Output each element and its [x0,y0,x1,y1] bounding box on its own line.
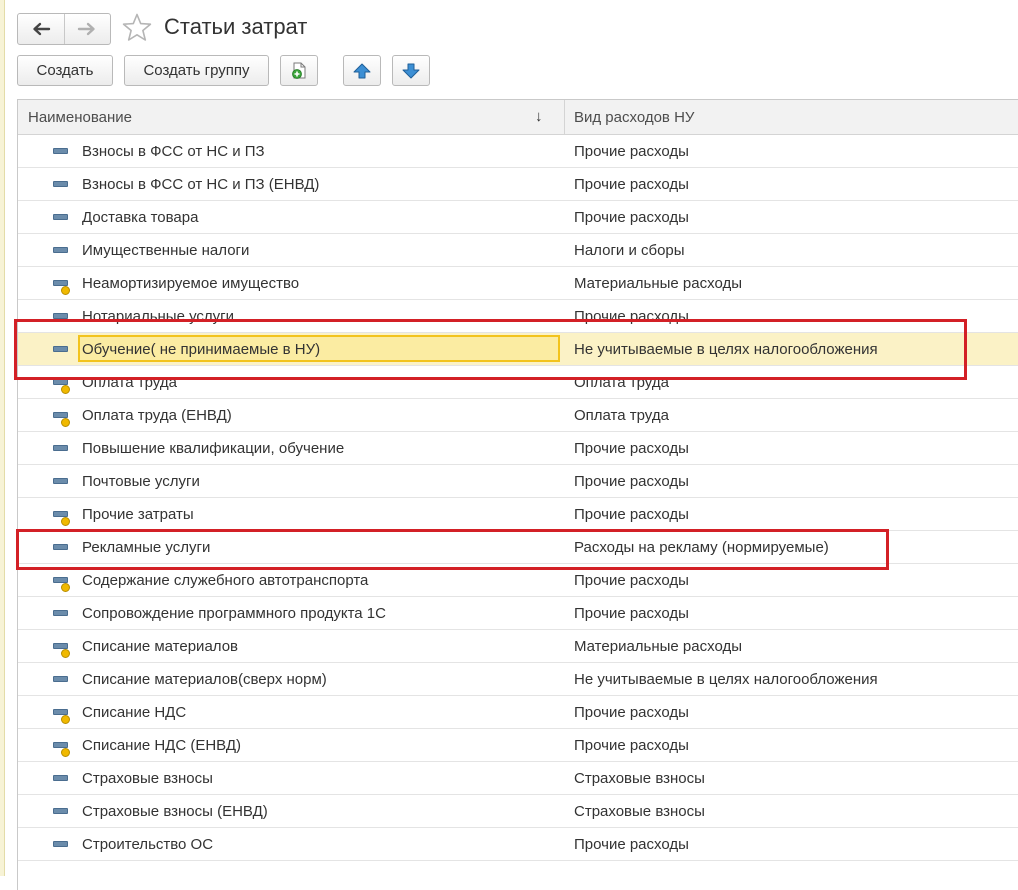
cell-expense-type: Материальные расходы [574,275,742,292]
table-row[interactable]: Списание материалов(сверх норм) Не учитыв… [18,663,1018,696]
table-row[interactable]: Строительство ОС Прочие расходы [18,828,1018,861]
annotation-highlight-box [16,529,889,570]
cell-name: Имущественные налоги [82,242,250,259]
cell-expense-type: Прочие расходы [574,506,689,523]
arrow-left-icon [33,22,50,36]
item-icon [52,443,70,459]
cell-name: Содержание служебного автотранспорта [82,572,369,589]
item-marked-icon [52,740,70,757]
cell-expense-type: Прочие расходы [574,572,689,589]
cell-name: Списание материалов [82,638,239,655]
table-row[interactable]: Списание материалов Материальные расходы [18,630,1018,663]
cell-name: Почтовые услуги [82,473,200,490]
arrow-right-icon [78,22,95,36]
cell-name: Списание НДС (ЕНВД) [82,737,242,754]
cell-name: Страховые взносы (ЕНВД) [82,803,268,820]
cell-name: Сопровождение программного продукта 1С [82,605,386,622]
table-row[interactable]: Сопровождение программного продукта 1С Пр… [18,597,1018,630]
item-marked-icon [52,641,70,658]
column-header-expense-type[interactable]: Вид расходов НУ [574,109,694,126]
cell-expense-type: Прочие расходы [574,143,689,160]
table-row[interactable]: Оплата труда (ЕНВД) Оплата труда [18,399,1018,432]
item-icon [52,245,70,261]
cell-name: Обучение( не принимаемые в НУ) [82,341,321,358]
copy-icon [292,62,306,79]
cell-name: Страховые взносы [82,770,213,787]
cell-expense-type: Прочие расходы [574,704,689,721]
cell-expense-type: Налоги и сборы [574,242,685,259]
cell-expense-type: Прочие расходы [574,440,689,457]
cell-expense-type: Прочие расходы [574,605,689,622]
cell-name: Доставка товара [82,209,199,226]
item-icon [52,146,70,162]
cell-expense-type: Прочие расходы [574,473,689,490]
expense-items-table[interactable]: Наименование ↓ Вид расходов НУ Взносы в … [17,99,1018,890]
cell-expense-type: Материальные расходы [574,638,742,655]
table-row[interactable]: Прочие затраты Прочие расходы [18,498,1018,531]
table-row[interactable]: Списание НДС (ЕНВД) Прочие расходы [18,729,1018,762]
cell-expense-type: Оплата труда [574,407,669,424]
table-header: Наименование ↓ Вид расходов НУ [18,100,1018,135]
item-marked-icon [52,509,70,526]
sort-descending-icon[interactable]: ↓ [535,108,543,125]
item-icon [52,839,70,855]
table-row[interactable]: Доставка товара Прочие расходы [18,201,1018,234]
cell-name: Неамортизируемое имущество [82,275,300,292]
create-group-button[interactable]: Создать группу [124,55,269,86]
cell-name: Взносы в ФСС от НС и ПЗ [82,143,265,160]
table-row[interactable]: Повышение квалификации, обучение Прочие р… [18,432,1018,465]
move-up-button[interactable] [343,55,381,86]
cell-expense-type: Прочие расходы [574,176,689,193]
favorite-star-icon[interactable] [121,12,153,44]
item-icon [52,179,70,195]
item-icon [52,806,70,822]
back-button[interactable] [18,14,64,44]
table-row[interactable]: Списание НДС Прочие расходы [18,696,1018,729]
item-marked-icon [52,707,70,724]
cell-expense-type: Не учитываемые в целях налогообложения [574,671,878,688]
cell-expense-type: Страховые взносы [574,770,705,787]
item-icon [52,773,70,789]
page-title: Статьи затрат [164,14,308,39]
item-marked-icon [52,410,70,427]
item-icon [52,476,70,492]
table-row[interactable]: Страховые взносы Страховые взносы [18,762,1018,795]
item-icon [52,608,70,624]
navigation-buttons [17,13,111,45]
cell-expense-type: Прочие расходы [574,737,689,754]
create-button[interactable]: Создать [17,55,113,86]
table-body: Взносы в ФСС от НС и ПЗ Прочие расходы Взн… [18,135,1018,861]
column-header-name[interactable]: Наименование [28,109,132,126]
cell-name: Повышение квалификации, обучение [82,440,345,457]
table-row[interactable]: Неамортизируемое имущество Материальные р… [18,267,1018,300]
table-row[interactable]: Взносы в ФСС от НС и ПЗ (ЕНВД) Прочие рас… [18,168,1018,201]
table-row[interactable]: Страховые взносы (ЕНВД) Страховые взносы [18,795,1018,828]
item-icon [52,212,70,228]
cell-name: Оплата труда (ЕНВД) [82,407,232,424]
copy-button[interactable] [280,55,318,86]
table-row[interactable]: Имущественные налоги Налоги и сборы [18,234,1018,267]
table-row[interactable]: Взносы в ФСС от НС и ПЗ Прочие расходы [18,135,1018,168]
column-separator[interactable] [564,100,565,134]
item-marked-icon [52,575,70,592]
window-left-border [0,0,5,876]
cell-name: Списание НДС [82,704,187,721]
cell-expense-type: Прочие расходы [574,836,689,853]
item-marked-icon [52,278,70,295]
forward-button[interactable] [63,14,111,44]
arrow-up-icon [353,63,371,78]
cell-name: Взносы в ФСС от НС и ПЗ (ЕНВД) [82,176,320,193]
table-row[interactable]: Почтовые услуги Прочие расходы [18,465,1018,498]
cell-name: Прочие затраты [82,506,194,523]
cell-name: Списание материалов(сверх норм) [82,671,327,688]
move-down-button[interactable] [392,55,430,86]
cell-name: Строительство ОС [82,836,214,853]
arrow-down-icon [402,63,420,78]
cell-expense-type: Прочие расходы [574,209,689,226]
cell-expense-type: Страховые взносы [574,803,705,820]
item-icon [52,674,70,690]
